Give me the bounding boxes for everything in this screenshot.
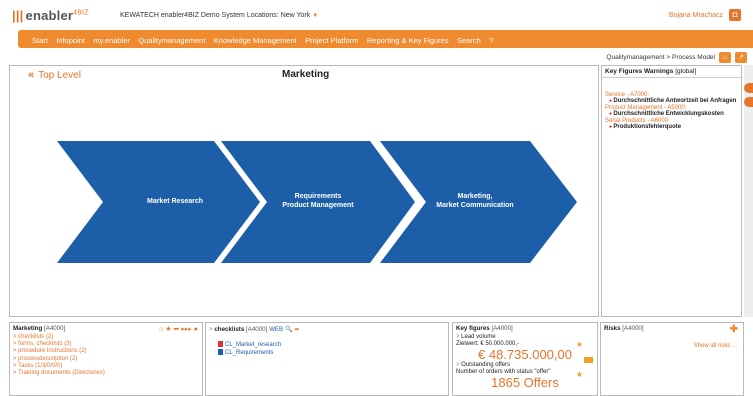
link-tasks[interactable]: Tasks (1/3/0/0/0): [10, 363, 202, 370]
doc-market-research[interactable]: CL_Market_research: [206, 341, 448, 349]
kfw-item[interactable]: Produktionsfehlerquote: [602, 124, 741, 130]
nav-item-0[interactable]: Start: [18, 32, 52, 50]
logo-text: enabler: [25, 8, 74, 23]
nav-item-4[interactable]: Knowledge Management: [210, 32, 301, 50]
kfw-item[interactable]: Durchschnittliche Entwicklungskosten: [602, 111, 741, 117]
process-model-area: «Top Level Marketing Market Research Req…: [9, 65, 599, 317]
kf-name[interactable]: Outstanding offers: [453, 362, 597, 369]
show-all-risks-link[interactable]: Show all risks ...: [694, 343, 737, 349]
key-figures-panel: Key figures [A4000] Lead volume Zielwert…: [452, 322, 598, 396]
main-nav: Start Infopoint my.enabler Qualitymanagemen…: [18, 30, 753, 48]
breadcrumb[interactable]: Qualitymanagement > Process Model: [606, 54, 715, 61]
logo-prefix: |||: [12, 8, 24, 23]
link-training[interactable]: Training documents (Directories): [10, 370, 202, 377]
side-toolbar: [744, 65, 753, 317]
step-label-3: Marketing, Market Communication: [436, 193, 514, 209]
link-processdescription[interactable]: processdescription (2): [10, 356, 202, 363]
add-risk-icon[interactable]: ✚: [730, 324, 738, 335]
chevron-down-icon[interactable]: ▼: [312, 13, 318, 19]
key-figures-header: Key figures [A4000]: [456, 325, 513, 332]
company-text: KEWATECH enabler4BIZ Demo System Locatio…: [120, 12, 279, 19]
nav-item-2[interactable]: my.enabler: [89, 32, 134, 50]
star-icon[interactable]: ★: [576, 370, 583, 379]
pdf-icon: [218, 341, 223, 348]
key-figures-warnings-panel: Key Figures Warnings [global] Service - …: [601, 65, 742, 317]
home-icon[interactable]: ⌂: [719, 52, 731, 63]
nav-item-8[interactable]: ?: [485, 32, 498, 50]
nav-item-7[interactable]: Search: [453, 32, 485, 50]
kfw-header: Key Figures Warnings [global]: [602, 66, 741, 78]
link-forms[interactable]: forms, checklists (3): [10, 341, 202, 348]
nav-item-5[interactable]: Project Platform: [301, 32, 363, 50]
risks-header: Risks [A4000]: [604, 325, 644, 332]
top-bar: ||| enabler4BIZ KEWATECH enabler4BIZ Demo…: [0, 0, 753, 28]
logo-sup: 4BIZ: [73, 9, 89, 17]
marketing-panel: Marketing [A4000] ⌂ ★ ➦ ▸▸▸ ● checklists…: [9, 322, 203, 396]
status-indicator: [584, 357, 593, 363]
company-info: KEWATECH enabler4BIZ Demo System Locatio…: [120, 12, 318, 19]
side-tab-1[interactable]: [744, 83, 753, 93]
step-label-2: Requirements Product Management: [282, 193, 354, 209]
step-label-1: Market Research: [146, 198, 204, 205]
doc-icon: [218, 349, 223, 356]
risks-panel: Risks [A4000] ✚ Show all risks ...: [600, 322, 744, 396]
enabler-logo[interactable]: ||| enabler4BIZ: [12, 8, 89, 23]
panel-action-icons[interactable]: ⌂ ★ ➦ ▸▸▸ ●: [159, 325, 198, 333]
user-icon[interactable]: ◘: [729, 9, 741, 21]
share-icon[interactable]: ↗: [735, 52, 747, 63]
nav-item-3[interactable]: Qualitymanagement: [134, 32, 210, 50]
user-name[interactable]: Bojana Mrachacz: [669, 12, 723, 19]
star-icon[interactable]: ★: [576, 340, 583, 349]
nav-item-6[interactable]: Reporting & Key Figures: [363, 32, 453, 50]
kfw-item[interactable]: Durchschnittliche Antwortzeit bei Anfrag…: [602, 98, 741, 104]
link-procedure[interactable]: procedure Instructions (2): [10, 348, 202, 355]
checklists-panel-header: > checklists [A4000] WEB 🔍 ➦: [209, 326, 300, 333]
side-tab-2[interactable]: [744, 97, 753, 107]
nav-item-1[interactable]: Infopoint: [52, 32, 89, 50]
doc-requirements[interactable]: CL_Requirements: [206, 349, 448, 357]
link-checklists[interactable]: checklists (2): [10, 334, 202, 341]
kf-value: € 48.735.000,00: [478, 347, 572, 362]
checklists-panel: > checklists [A4000] WEB 🔍 ➦ CL_Market_r…: [205, 322, 449, 396]
location-select[interactable]: New York: [281, 12, 311, 19]
